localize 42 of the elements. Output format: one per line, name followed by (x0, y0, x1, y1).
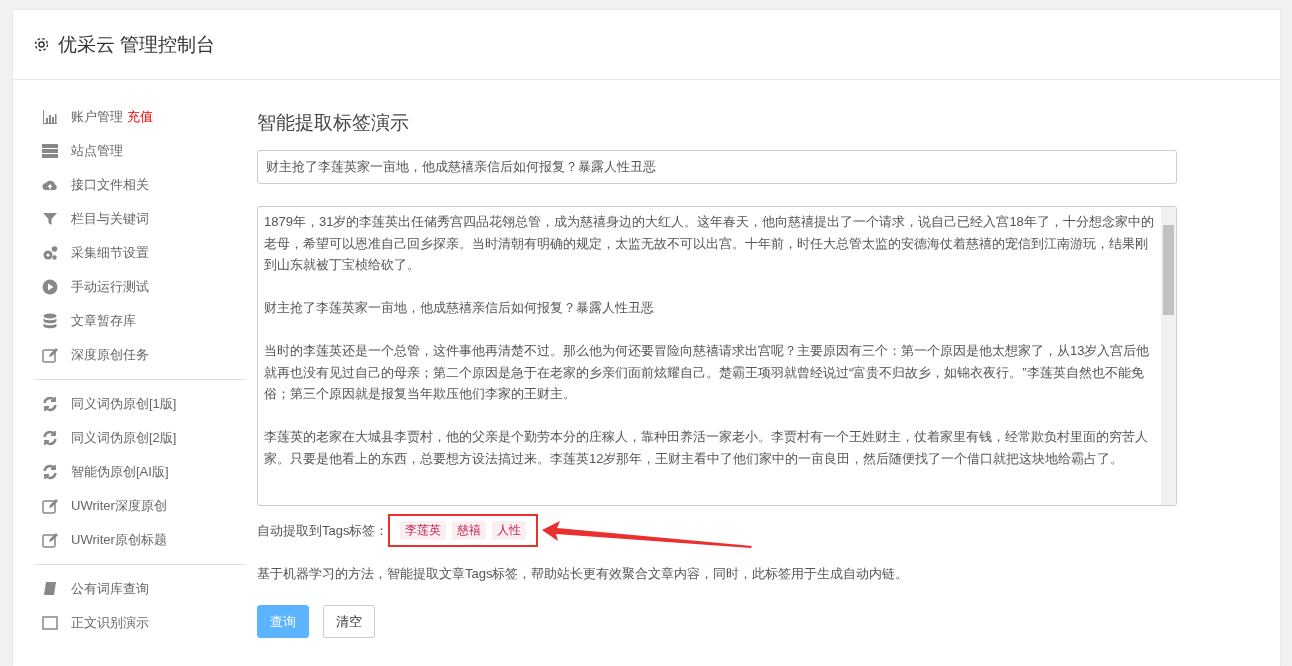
tag: 慈禧 (452, 521, 487, 540)
edit-icon (41, 532, 59, 548)
server-icon (41, 143, 59, 159)
scrollbar[interactable] (1161, 207, 1176, 505)
clear-button[interactable]: 清空 (323, 605, 375, 638)
sidebar-item[interactable]: 正文识别演示 (35, 606, 245, 640)
sidebar-item[interactable]: 文章暂存库 (35, 304, 245, 338)
gears-icon (41, 245, 59, 261)
title-input-field[interactable]: 财主抢了李莲英家一亩地，他成慈禧亲信后如何报复？暴露人性丑恶 (257, 150, 1177, 184)
refresh-icon (41, 396, 59, 412)
filter-icon (41, 211, 59, 227)
edit-icon (41, 498, 59, 514)
console-title: 优采云 管理控制台 (58, 32, 216, 57)
tag: 人性 (492, 521, 527, 540)
sidebar-item[interactable]: 手动运行测试 (35, 270, 245, 304)
play-icon (41, 279, 59, 295)
sidebar-item[interactable]: 栏目与关键词 (35, 202, 245, 236)
sidebar-item[interactable]: UWriter深度原创 (35, 489, 245, 523)
sidebar-item[interactable]: 站点管理 (35, 134, 245, 168)
recharge-link[interactable]: 充值 (127, 108, 153, 126)
bar-chart-icon (41, 109, 59, 125)
tag: 李莲英 (400, 521, 447, 540)
sidebar-item[interactable]: 智能伪原创[AI版] (35, 455, 245, 489)
book-icon (41, 581, 59, 597)
sidebar-item[interactable]: 账户管理 充值 (35, 100, 245, 134)
refresh-icon (41, 430, 59, 446)
sidebar-item[interactable]: 公有词库查询 (35, 572, 245, 606)
sidebar-item[interactable]: 同义词伪原创[1版] (35, 387, 245, 421)
sidebar-item[interactable]: 采集细节设置 (35, 236, 245, 270)
sidebar-item[interactable]: 接口文件相关 (35, 168, 245, 202)
tags-label: 自动提取到Tags标签： (257, 521, 389, 540)
sidebar-item[interactable]: 同义词伪原创[2版] (35, 421, 245, 455)
database-icon (41, 313, 59, 329)
refresh-icon (41, 464, 59, 480)
sidebar-item[interactable]: 深度原创任务 (35, 338, 245, 372)
sidebar-item[interactable]: UWriter原创标题 (35, 523, 245, 557)
edit-icon (41, 347, 59, 363)
section-title: 智能提取标签演示 (257, 111, 410, 135)
settings-icon (33, 36, 50, 53)
article-text-area[interactable]: 1879年，31岁的李莲英出任储秀宫四品花翎总管，成为慈禧身边的大红人。这年春天，他向慈禧提出了一个请求，说自己已经入宫18年了，十分想念家中的老母，希望可以恩准自己回乡探亲。当时清朝有明确的规定，太监无故不可以出宫。十年前，时任大总管太监的安德海仗着慈禧的宠信到江南游玩，结果刚到山东就被丁宝桢给砍了。 财主抢了李莲英家一亩地，他成慈禧亲信后如何报复？暴露人性丑恶 当时的李莲英还是一个总管，这件事他再清楚不过。那么他为何还要冒险向慈禧请求出宫呢？主要原因有三个：第一个原因是他太想家了，从13岁入宫后他就再也没有见过自己的母亲；第二个原因是急于在老家的乡亲们面前炫耀自己。楚霸王项羽就曾经说过“富贵不归故乡，如锦衣夜行。”李莲英自然也不能免俗；第三个原因就是报复当年欺压他们李家的王财主。 李莲英的老家在大城县李贾村，他的父亲是个勤劳本分的庄稼人，靠种田养活一家老小。李贾村有一个王姓财主，仗着家里有钱，经常欺负村里面的穷苦人家。只要是他看上的东西，总要想方设法搞过来。李莲英12岁那年，王财主看中了他们家中的一亩良田，然后随便找了一个借口就把这块地给霸占了。 (257, 206, 1177, 506)
description-text: 基于机器学习的方法，智能提取文章Tags标签，帮助站长更有效聚合文章内容，同时，此标签用于生成自动内链。 (257, 565, 910, 583)
square-icon (41, 615, 59, 631)
